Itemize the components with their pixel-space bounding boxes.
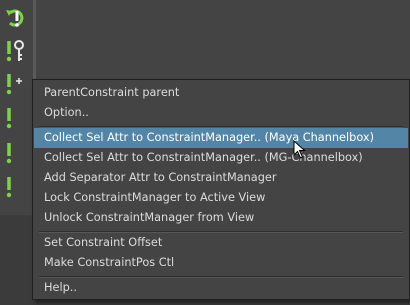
menu-item-add-separator-attr[interactable]: Add Separator Attr to ConstraintManager [34, 168, 408, 188]
menu-item-unlock-from-view[interactable]: Unlock ConstraintManager from View [34, 208, 408, 228]
menu-item-collect-mg-channelbox[interactable]: Collect Sel Attr to ConstraintManager.. … [34, 148, 408, 168]
menu-item-lock-to-view[interactable]: Lock ConstraintManager to Active View [34, 188, 408, 208]
menu-item-parentconstraint[interactable]: ParentConstraint parent [34, 83, 408, 103]
menu-item-make-constraintpos-ctl[interactable]: Make ConstraintPos Ctl [34, 253, 408, 273]
menu-item-collect-maya-channelbox[interactable]: Collect Sel Attr to ConstraintManager.. … [34, 128, 408, 148]
key-constraint-icon[interactable] [2, 37, 30, 67]
menu-item-help[interactable]: Help.. [34, 278, 408, 298]
context-menu: ParentConstraint parent Option.. Collect… [32, 79, 410, 300]
constraint-icon[interactable] [2, 139, 30, 169]
mouse-cursor-icon [293, 139, 307, 164]
constraint-icon[interactable] [2, 70, 30, 100]
menu-item-option[interactable]: Option.. [34, 103, 408, 123]
constraint-icon[interactable] [2, 173, 30, 203]
constraint-icon[interactable] [2, 104, 30, 134]
shelf-toolbar [0, 0, 36, 215]
menu-item-set-constraint-offset[interactable]: Set Constraint Offset [34, 233, 408, 253]
refresh-constraint-icon[interactable] [2, 4, 30, 34]
